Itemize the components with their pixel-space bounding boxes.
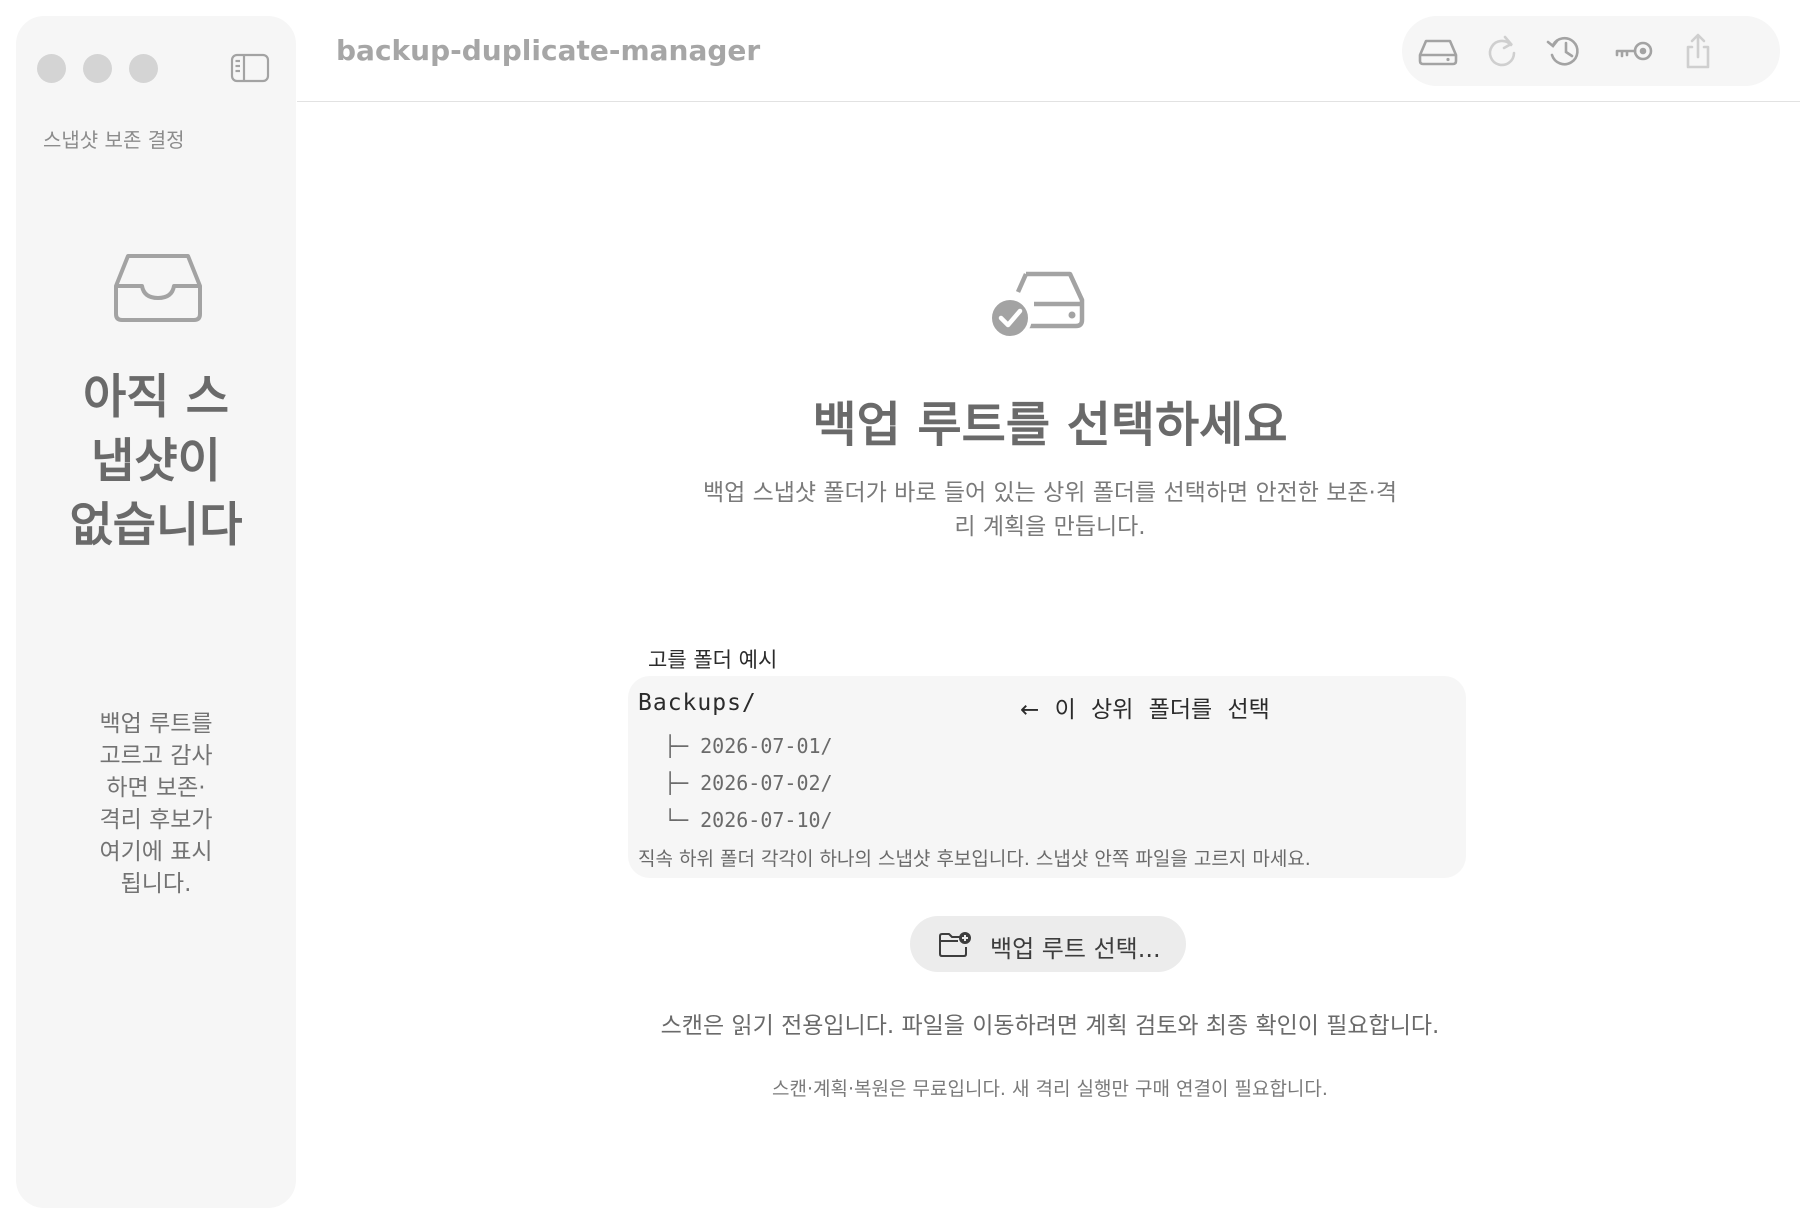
sidebar-empty-title: 아직 스냅샷이 없습니다 (69, 370, 243, 553)
example-child-folder: └─ 2026-07-10/ (664, 808, 833, 832)
refresh-icon[interactable] (1480, 31, 1524, 71)
minimize-window-button[interactable] (83, 54, 112, 83)
example-child-folder: ├─ 2026-07-02/ (664, 771, 833, 795)
example-root-hint: ← 이 상위 폴더를 선택 (1020, 697, 1270, 723)
readonly-note: 스캔은 읽기 전용입니다. 파일을 이동하려면 계획 검토와 최종 확인이 필요… (660, 1013, 1440, 1039)
pricing-note: 스캔·계획·복원은 무료입니다. 새 격리 실행만 구매 연결이 필요합니다. (772, 1078, 1328, 1100)
example-child-folder: ├─ 2026-07-01/ (664, 734, 833, 758)
history-icon[interactable] (1543, 31, 1587, 71)
share-icon[interactable] (1676, 31, 1720, 71)
zoom-window-button[interactable] (129, 54, 158, 83)
window-title: backup-duplicate-manager (336, 34, 761, 67)
example-label: 고를 폴더 예시 (648, 648, 778, 672)
close-window-button[interactable] (37, 54, 66, 83)
example-note: 직속 하위 폴더 각각이 하나의 스냅샷 후보입니다. 스냅샷 안쪽 파일을 고… (638, 848, 1311, 870)
inbox-icon (112, 252, 204, 324)
folder-add-icon (938, 930, 972, 958)
header-divider (297, 101, 1800, 102)
key-icon[interactable] (1612, 31, 1656, 71)
sidebar-section-label: 스냅샷 보존 결정 (43, 128, 185, 152)
toolbar (1402, 16, 1780, 86)
sidebar-toggle-icon[interactable] (230, 52, 270, 84)
drive-icon[interactable] (1416, 31, 1460, 71)
sidebar: 스냅샷 보존 결정 아직 스냅샷이 없습니다 백업 루트를 고르고 감사하면 보… (16, 16, 296, 1208)
choose-backup-root-label: 백업 루트 선택... (990, 935, 1161, 963)
drive-checkmark-icon (988, 270, 1090, 342)
example-folder-tree: Backups/ ← 이 상위 폴더를 선택 ├─ 2026-07-01/ ├─… (628, 676, 1466, 878)
sidebar-empty-hint: 백업 루트를 고르고 감사하면 보존·격리 후보가 여기에 표시됩니다. (99, 711, 213, 897)
page-title: 백업 루트를 선택하세요 (812, 397, 1288, 453)
page-description: 백업 스냅샷 폴더가 바로 들어 있는 상위 폴더를 선택하면 안전한 보존·격… (702, 480, 1398, 540)
choose-backup-root-button[interactable]: 백업 루트 선택... (910, 916, 1186, 972)
example-root-folder: Backups/ (638, 690, 757, 716)
